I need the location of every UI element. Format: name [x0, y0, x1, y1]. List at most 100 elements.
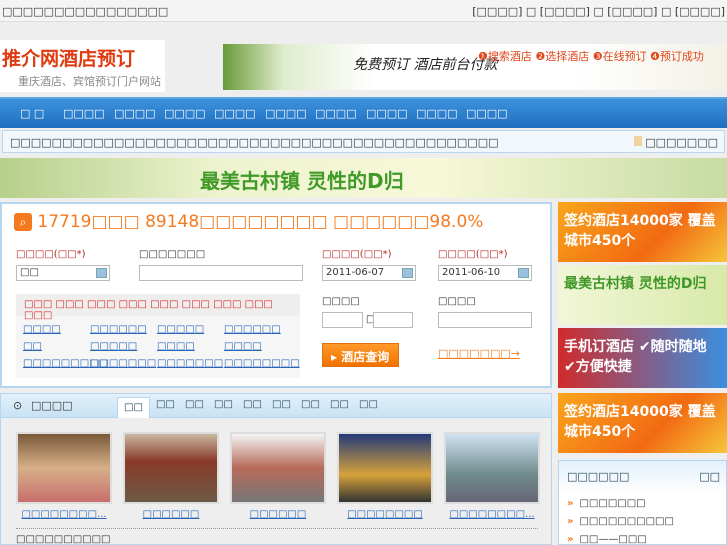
district-link[interactable]: □□□□ [157, 341, 195, 352]
star-label: □□□□ [438, 296, 476, 307]
district-link[interactable]: □□□□□□ [224, 324, 281, 335]
news-item[interactable]: » □□□□□□□□□□ [567, 516, 674, 527]
tab[interactable]: □□ [185, 399, 204, 410]
news-item-text: □□□□□□□ [579, 498, 646, 509]
hotel-search-button[interactable]: ▸ 酒店查询 [322, 343, 399, 367]
tab[interactable]: □□ [330, 399, 349, 410]
site-logo[interactable]: 推介网酒店预订 重庆酒店、宾馆预订门户网站 [0, 40, 165, 92]
nav-item[interactable]: □□□□ [63, 107, 105, 120]
welcome-text: □□□□□□□□□□□□□□□□ [2, 5, 169, 18]
city-input[interactable]: □□ [16, 265, 110, 281]
top-bar: □□□□□□□□□□□□□□□□ [□□□□] □ [□□□□] □ [□□□□… [0, 0, 727, 22]
nav-home[interactable]: □ □ [20, 107, 44, 120]
hotel-name-link[interactable]: □□□□□□□□ [330, 509, 440, 520]
top-links[interactable]: [□□□□] □ [□□□□] □ [□□□□] □ [□□□□] [472, 5, 725, 18]
hotel-photo[interactable] [123, 432, 219, 504]
tab[interactable]: □□ [243, 399, 262, 410]
nav-item[interactable]: □□□□ [416, 107, 458, 120]
promo-banner[interactable]: 最美古村镇 灵性的D归 [0, 158, 727, 198]
divider [16, 528, 538, 529]
hotel-search-panel: ⌕ 17719□□□ 89148□□□□□□□□ □□□□□□98.0% □□□… [0, 202, 552, 388]
banner-slogan: 免费预订 酒店前台付款 [353, 57, 498, 73]
nav-item[interactable]: □□□□ [366, 107, 408, 120]
hotel-name-link[interactable]: □□□□□□ [223, 509, 333, 520]
nav-item[interactable]: □□□□ [164, 107, 206, 120]
city-suggest-panel: □□□ □□□ □□□ □□□ □□□ □□□ □□□ □□□ □□□ □□□□… [16, 294, 300, 378]
price-min-input[interactable] [322, 312, 363, 328]
ad-banner[interactable]: 手机订酒店 ✔随时随地 ✔方便快捷 [558, 328, 727, 388]
district-link[interactable]: □□□□□□□□ [224, 358, 300, 369]
search-icon: ⌕ [14, 213, 32, 231]
bullet-icon: » [567, 498, 574, 509]
checkin-input[interactable]: 2011-06-07 [322, 265, 416, 281]
search-stats-text: 17719□□□ 89148□□□□□□□□ □□□□□□98.0% [37, 212, 484, 232]
nav-item[interactable]: □□□□ [265, 107, 307, 120]
hotel-photo[interactable] [337, 432, 433, 504]
news-item[interactable]: » □□□□□□□ [567, 498, 646, 509]
hotel-name-link[interactable]: □□□□□□ [116, 509, 226, 520]
district-link[interactable]: □□□□□ [90, 341, 137, 352]
nav-item[interactable]: □□□□ [214, 107, 256, 120]
ad-text: 签约酒店14000家 覆盖城市450个 [564, 404, 716, 440]
notice-bar: □□□□□□□□□□□□□□□□□□□□□□□□□□□□□□□□□□□□□□□□… [2, 130, 725, 153]
logo-title: 推介网酒店预订 [2, 48, 136, 70]
bullet-icon: » [567, 516, 574, 527]
banner-steps: ❶搜索酒店 ❷选择酒店 ❸在线预订 ❹预订成功 [478, 50, 704, 63]
featured-hotels-panel: ⊙ □□□□ □□ □□ □□ □□ □□ □□ □□ □□ □□ □□□□□□… [0, 393, 552, 545]
star-select[interactable] [438, 312, 532, 328]
news-header: □□□□□□ □□ [559, 461, 726, 493]
ad-banner[interactable]: 签约酒店14000家 覆盖城市450个 [558, 393, 727, 453]
hotel-name-link[interactable]: □□□□□□□□... [9, 509, 119, 520]
checkout-value: 2011-06-10 [442, 267, 501, 278]
keyword-label: □□□□□□□ [139, 249, 206, 260]
ad-text: 手机订酒店 ✔随时随地 ✔方便快捷 [564, 339, 707, 375]
checkin-label: □□□□(□□*) [322, 249, 392, 260]
district-link[interactable]: □□□□□□□ [157, 358, 223, 369]
district-link[interactable]: □□□□□□□ [90, 358, 156, 369]
dropdown-icon[interactable] [96, 268, 107, 278]
ad-text: 签约酒店14000家 覆盖城市450个 [564, 213, 716, 249]
keyword-input[interactable] [139, 265, 303, 281]
logo-subtitle: 重庆酒店、宾馆预订门户网站 [18, 75, 161, 88]
ad-banner[interactable]: 最美古村镇 灵性的D归 [558, 265, 727, 325]
price-max-input[interactable] [373, 312, 413, 328]
tab[interactable]: □□ [214, 399, 233, 410]
promo-banner-text: 最美古村镇 灵性的D归 [200, 169, 404, 193]
advanced-search-link[interactable]: □□□□□□□→ [438, 347, 520, 360]
tab[interactable]: □□ [117, 397, 150, 418]
tab[interactable]: □□ [272, 399, 291, 410]
hotel-photo[interactable] [16, 432, 112, 504]
panel-header: ⊙ □□□□ □□ □□ □□ □□ □□ □□ □□ □□ □□ [1, 394, 551, 418]
district-link[interactable]: □□□□ [23, 324, 61, 335]
hotel-photo[interactable] [230, 432, 326, 504]
hot-cities[interactable]: □□□ □□□ □□□ □□□ □□□ □□□ □□□ □□□ □□□ [16, 294, 300, 321]
header-banner[interactable]: 免费预订 酒店前台付款 ❶搜索酒店 ❷选择酒店 ❸在线预订 ❹预订成功 [223, 44, 727, 90]
district-link[interactable]: □□ [23, 341, 42, 352]
hotel-name-link[interactable]: □□□□□□□□... [437, 509, 547, 520]
calendar-icon[interactable] [402, 268, 413, 278]
calendar-icon[interactable] [518, 268, 529, 278]
news-title: □□□□□□ [567, 470, 630, 483]
notice-link[interactable]: □□□□□□□ [634, 136, 718, 149]
checkout-input[interactable]: 2011-06-10 [438, 265, 532, 281]
news-item-text: □□□□□□□□□□ [579, 516, 674, 527]
checkout-label: □□□□(□□*) [438, 249, 508, 260]
district-link[interactable]: □□□□□ [157, 324, 204, 335]
bullet-icon: » [567, 534, 574, 545]
news-more-link[interactable]: □□ [699, 470, 720, 483]
district-link[interactable]: □□□□ [224, 341, 262, 352]
district-link[interactable]: □□□□□□ [90, 324, 147, 335]
nav-item[interactable]: □□□□ [114, 107, 156, 120]
settings-icon: ⊙ [13, 399, 23, 412]
news-item[interactable]: » □□——□□□ [567, 534, 647, 545]
search-stats-title: ⌕ 17719□□□ 89148□□□□□□□□ □□□□□□98.0% [14, 212, 483, 232]
tab[interactable]: □□ [301, 399, 320, 410]
hotel-photo[interactable] [444, 432, 540, 504]
notice-text[interactable]: □□□□□□□□□□□□□□□□□□□□□□□□□□□□□□□□□□□□□□□□… [10, 136, 498, 149]
tab[interactable]: □□ [156, 399, 175, 410]
nav-item[interactable]: □□□□ [315, 107, 357, 120]
section-subtitle: □□□□□□□□□□ [16, 534, 111, 545]
tab[interactable]: □□ [359, 399, 378, 410]
ad-banner[interactable]: 签约酒店14000家 覆盖城市450个 [558, 202, 727, 262]
nav-item[interactable]: □□□□ [466, 107, 508, 120]
